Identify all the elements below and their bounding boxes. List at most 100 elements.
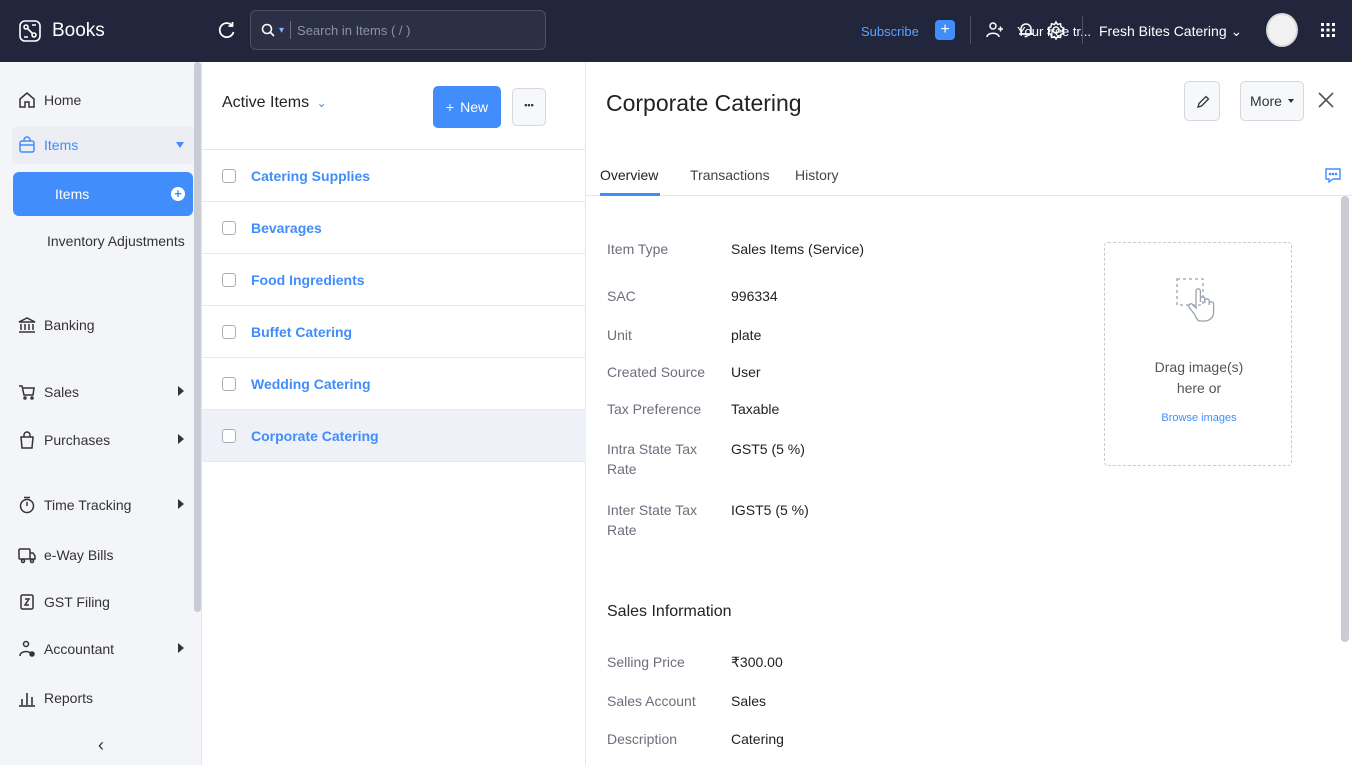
list-item[interactable]: Bevarages [202,202,586,254]
avatar[interactable] [1266,13,1298,47]
refer-users-icon[interactable] [985,20,1005,40]
selling-price-label: Selling Price [607,654,685,670]
caret-down-icon [1287,99,1294,103]
close-icon[interactable] [1316,90,1336,110]
item-name-link[interactable]: Catering Supplies [251,168,370,184]
image-dropzone[interactable]: Drag image(s) here or Browse images [1104,242,1292,466]
home-icon [19,92,35,108]
gear-icon[interactable] [1046,20,1066,40]
created-source-value: User [731,364,761,380]
organization-switcher[interactable]: Fresh Bites Catering ⌄ [1099,23,1242,40]
document-icon [20,594,34,610]
created-source-label: Created Source [607,364,706,380]
subscribe-link[interactable]: Subscribe [861,24,919,39]
sidebar-item-eway-bills[interactable]: e-Way Bills [12,536,194,574]
app-grid-icon[interactable] [1318,20,1338,40]
row-checkbox[interactable] [222,324,236,339]
sales-account-label: Sales Account [607,693,696,709]
sidebar-collapse-chevron-left-icon[interactable]: ‹ [0,725,202,765]
dropzone-text: Drag image(s) here or [1105,357,1293,399]
sidebar-item-time-tracking[interactable]: Time Tracking [12,486,194,524]
item-name-link[interactable]: Wedding Catering [251,376,371,392]
unit-value: plate [731,327,762,343]
tab-transactions[interactable]: Transactions [690,167,770,183]
detail-tabs: Overview Transactions History [586,152,1352,196]
sidebar-item-gst-filing[interactable]: GST Filing [12,583,194,621]
item-name-link[interactable]: Food Ingredients [251,272,365,288]
search-scope-caret-icon[interactable]: ▾ [279,25,284,36]
chevron-down-icon: ⌄ [316,96,327,110]
tax-preference-label: Tax Preference [607,401,702,417]
sidebar-subitem-inventory-adjustments[interactable]: Inventory Adjustments [47,230,187,252]
shopping-bag-icon [20,431,34,449]
plus-icon: + [445,99,455,115]
dropzone-text-line2: here or [1176,380,1222,396]
quick-create-plus-icon[interactable]: + [935,20,955,40]
detail-scrollbar[interactable] [1341,196,1349,642]
search-input[interactable] [297,22,498,38]
add-item-plus-icon[interactable]: + [171,187,185,201]
sidebar-item-items[interactable]: Items [12,126,194,164]
list-item[interactable]: Catering Supplies [202,150,586,202]
description-label: Description [607,731,678,747]
more-options-button[interactable]: ••• [512,88,546,126]
row-checkbox[interactable] [222,428,236,443]
intra-state-tax-rate-value: GST5 (5 %) [731,441,805,457]
sidebar-item-label: Reports [44,690,94,706]
top-bar: Books ▾ Your free tr... Subscribe + Fres… [0,0,1352,62]
item-name-link[interactable]: Bevarages [251,220,322,236]
sidebar-item-reports[interactable]: Reports [12,679,194,717]
app-name: Books [52,20,105,41]
search-bar[interactable]: ▾ [250,10,546,50]
item-name-link[interactable]: Corporate Catering [251,428,379,444]
cart-icon [19,385,35,400]
more-actions-button[interactable]: More [1240,81,1304,121]
list-item[interactable]: Corporate Catering [202,410,586,462]
browse-images-link[interactable]: Browse images [1105,412,1293,424]
sac-value: 996334 [731,288,778,304]
bell-icon[interactable] [1016,20,1036,40]
chevron-down-icon [176,142,184,148]
list-item[interactable]: Food Ingredients [202,254,586,306]
pencil-icon [1197,95,1210,108]
list-item[interactable]: Wedding Catering [202,358,586,410]
inter-state-tax-rate-value: IGST5 (5 %) [731,502,809,518]
item-name-link[interactable]: Buffet Catering [251,324,352,340]
tab-overview[interactable]: Overview [600,167,658,183]
list-header: Active Items ⌄ + New ••• [202,62,586,150]
accountant-icon [19,640,35,657]
row-checkbox[interactable] [222,220,236,235]
more-actions-label: More [1250,93,1282,109]
truck-icon [18,548,36,564]
row-checkbox[interactable] [222,376,236,391]
active-items-filter[interactable]: Active Items ⌄ [222,94,327,112]
sidebar-item-label: Sales [44,384,80,400]
brand[interactable]: Books [0,0,200,62]
sidebar-subitem-items[interactable]: Items + [13,172,193,216]
refresh-icon[interactable] [216,20,238,42]
stopwatch-icon [19,496,35,514]
chevron-right-icon [178,643,184,653]
new-item-button[interactable]: + New [433,86,501,128]
tab-history[interactable]: History [795,167,839,183]
sidebar-item-label: Items [44,137,79,153]
edit-button[interactable] [1184,81,1220,121]
chevron-down-icon: ⌄ [1230,23,1243,39]
description-value: Catering [731,731,784,747]
sidebar-item-banking[interactable]: Banking [12,306,194,344]
row-checkbox[interactable] [222,272,236,287]
comment-icon[interactable] [1324,166,1342,184]
sidebar-item-sales[interactable]: Sales [12,373,194,411]
sidebar: Home Items Items + Inventory Adjustments… [0,62,202,765]
row-checkbox[interactable] [222,168,236,183]
bank-icon [18,317,36,333]
item-detail-panel: Corporate Catering More Overview Transac… [586,62,1352,765]
sidebar-item-home[interactable]: Home [12,81,194,119]
list-item[interactable]: Buffet Catering [202,306,586,358]
item-type-value: Sales Items (Service) [731,241,865,257]
dropzone-text-line1: Drag image(s) [1154,359,1244,375]
sidebar-item-purchases[interactable]: Purchases [12,421,194,459]
sales-information-heading: Sales Information [607,603,732,620]
sidebar-scrollbar[interactable] [194,62,201,612]
sidebar-item-accountant[interactable]: Accountant [12,630,194,668]
